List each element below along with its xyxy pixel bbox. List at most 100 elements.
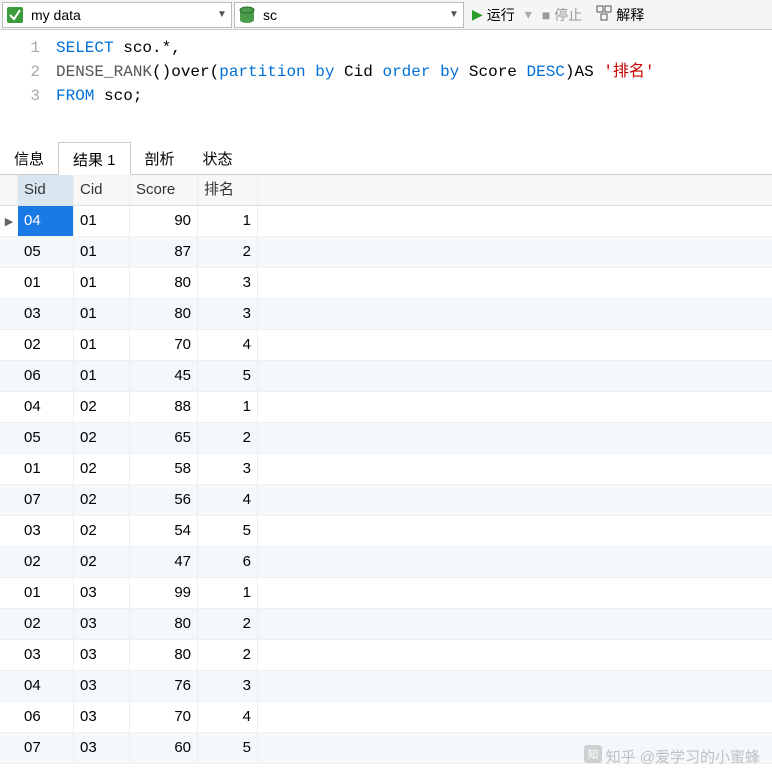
cell-rank[interactable]: 2 [198,423,258,453]
cell-score[interactable]: 70 [130,330,198,360]
cell-rank[interactable]: 2 [198,609,258,639]
table-row[interactable]: 0301803 [0,299,772,330]
cell-sid[interactable]: 02 [18,547,74,577]
cell-sid[interactable]: 05 [18,237,74,267]
cell-rank[interactable]: 2 [198,237,258,267]
tab-result1[interactable]: 结果 1 [58,142,131,175]
table-row[interactable]: 0702564 [0,485,772,516]
cell-cid[interactable]: 01 [74,299,130,329]
cell-score[interactable]: 45 [130,361,198,391]
cell-cid[interactable]: 01 [74,237,130,267]
cell-cid[interactable]: 01 [74,361,130,391]
cell-cid[interactable]: 01 [74,206,130,236]
cell-score[interactable]: 80 [130,268,198,298]
cell-rank[interactable]: 3 [198,671,258,701]
cell-rank[interactable]: 4 [198,702,258,732]
stop-button[interactable]: ■ 停止 [536,2,588,28]
cell-rank[interactable]: 5 [198,733,258,763]
table-row[interactable]: 0403763 [0,671,772,702]
cell-sid[interactable]: 02 [18,330,74,360]
table-row[interactable]: 0603704 [0,702,772,733]
cell-rank[interactable]: 2 [198,640,258,670]
cell-sid[interactable]: 07 [18,485,74,515]
col-header-score[interactable]: Score [130,175,198,205]
cell-cid[interactable]: 03 [74,702,130,732]
cell-cid[interactable]: 02 [74,392,130,422]
cell-rank[interactable]: 4 [198,330,258,360]
cell-cid[interactable]: 03 [74,609,130,639]
col-header-rank[interactable]: 排名 [198,175,258,205]
cell-cid[interactable]: 02 [74,547,130,577]
col-header-cid[interactable]: Cid [74,175,130,205]
table-row[interactable]: 0502652 [0,423,772,454]
cell-sid[interactable]: 04 [18,206,74,236]
cell-rank[interactable]: 4 [198,485,258,515]
cell-rank[interactable]: 1 [198,206,258,236]
table-row[interactable]: 0101803 [0,268,772,299]
cell-sid[interactable]: 01 [18,268,74,298]
cell-sid[interactable]: 03 [18,640,74,670]
table-row[interactable]: 0501872 [0,237,772,268]
cell-sid[interactable]: 02 [18,609,74,639]
cell-cid[interactable]: 03 [74,671,130,701]
table-row[interactable]: 0201704 [0,330,772,361]
tab-info[interactable]: 信息 [0,142,58,174]
table-row[interactable]: 0303802 [0,640,772,671]
cell-sid[interactable]: 01 [18,578,74,608]
cell-rank[interactable]: 3 [198,454,258,484]
cell-cid[interactable]: 01 [74,268,130,298]
cell-score[interactable]: 54 [130,516,198,546]
cell-rank[interactable]: 5 [198,361,258,391]
cell-sid[interactable]: 03 [18,299,74,329]
col-header-sid[interactable]: Sid [18,175,74,205]
result-grid[interactable]: Sid Cid Score 排名 ▶0401901050187201018030… [0,175,772,764]
cell-cid[interactable]: 01 [74,330,130,360]
table-row[interactable]: 0302545 [0,516,772,547]
cell-sid[interactable]: 04 [18,671,74,701]
table-row[interactable]: 0402881 [0,392,772,423]
cell-score[interactable]: 99 [130,578,198,608]
cell-score[interactable]: 56 [130,485,198,515]
cell-score[interactable]: 47 [130,547,198,577]
cell-score[interactable]: 80 [130,299,198,329]
database-dropdown[interactable]: sc ▼ [234,2,464,28]
cell-score[interactable]: 60 [130,733,198,763]
table-row[interactable]: 0203802 [0,609,772,640]
cell-cid[interactable]: 02 [74,454,130,484]
cell-sid[interactable]: 07 [18,733,74,763]
tab-profile[interactable]: 剖析 [131,142,189,174]
cell-score[interactable]: 80 [130,609,198,639]
cell-cid[interactable]: 03 [74,640,130,670]
cell-cid[interactable]: 02 [74,423,130,453]
cell-cid[interactable]: 03 [74,733,130,763]
tab-status[interactable]: 状态 [189,142,247,174]
cell-sid[interactable]: 01 [18,454,74,484]
cell-score[interactable]: 87 [130,237,198,267]
table-row[interactable]: ▶0401901 [0,206,772,237]
cell-sid[interactable]: 04 [18,392,74,422]
cell-rank[interactable]: 1 [198,392,258,422]
table-row[interactable]: 0202476 [0,547,772,578]
run-button[interactable]: ▶ 运行 [466,2,521,28]
cell-rank[interactable]: 5 [198,516,258,546]
table-row[interactable]: 0103991 [0,578,772,609]
cell-score[interactable]: 65 [130,423,198,453]
connection-dropdown[interactable]: my data ▼ [2,2,232,28]
cell-score[interactable]: 80 [130,640,198,670]
cell-sid[interactable]: 06 [18,702,74,732]
table-row[interactable]: 0102583 [0,454,772,485]
cell-sid[interactable]: 03 [18,516,74,546]
cell-score[interactable]: 70 [130,702,198,732]
cell-rank[interactable]: 3 [198,268,258,298]
sql-editor[interactable]: 1 SELECT sco.*, 2 DENSE_RANK()over(parti… [0,30,772,118]
cell-cid[interactable]: 02 [74,485,130,515]
cell-rank[interactable]: 1 [198,578,258,608]
cell-sid[interactable]: 06 [18,361,74,391]
cell-score[interactable]: 90 [130,206,198,236]
cell-cid[interactable]: 03 [74,578,130,608]
cell-score[interactable]: 88 [130,392,198,422]
cell-sid[interactable]: 05 [18,423,74,453]
table-row[interactable]: 0601455 [0,361,772,392]
cell-score[interactable]: 58 [130,454,198,484]
cell-cid[interactable]: 02 [74,516,130,546]
